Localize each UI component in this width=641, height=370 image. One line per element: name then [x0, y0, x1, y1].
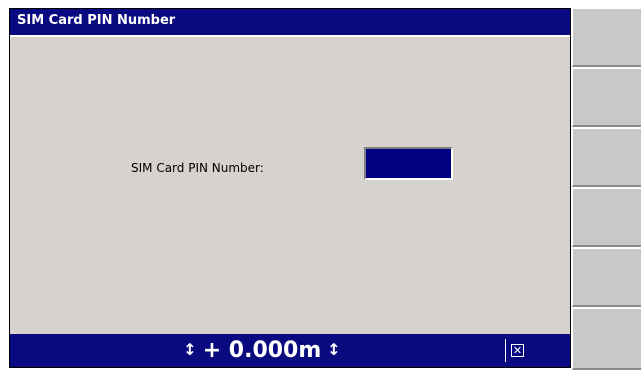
pin-number-label: SIM Card PIN Number:	[131, 161, 264, 175]
softkey-panel	[572, 8, 641, 370]
dialog-window: SIM Card PIN Number SIM Card PIN Number:…	[9, 8, 571, 368]
content-area: SIM Card PIN Number:	[10, 37, 570, 334]
window-title: SIM Card PIN Number	[17, 13, 176, 28]
softkey-1[interactable]	[572, 8, 641, 67]
close-icon[interactable]: ✕	[511, 344, 524, 357]
status-divider	[505, 339, 506, 362]
softkey-5[interactable]	[572, 248, 641, 307]
title-bar: SIM Card PIN Number	[10, 9, 570, 35]
status-bar: ↕ + 0.000m ↕ ✕	[10, 334, 570, 367]
softkey-4[interactable]	[572, 188, 641, 247]
up-down-arrow-icon: ↕	[183, 339, 197, 359]
height-readout[interactable]: ↕ + 0.000m ↕	[10, 334, 514, 367]
up-down-arrow-icon: ↕	[327, 339, 341, 359]
softkey-2[interactable]	[572, 68, 641, 127]
softkey-3[interactable]	[572, 128, 641, 187]
pin-number-input[interactable]	[364, 147, 453, 180]
softkey-6[interactable]	[572, 308, 641, 370]
height-value: + 0.000m	[202, 338, 322, 363]
